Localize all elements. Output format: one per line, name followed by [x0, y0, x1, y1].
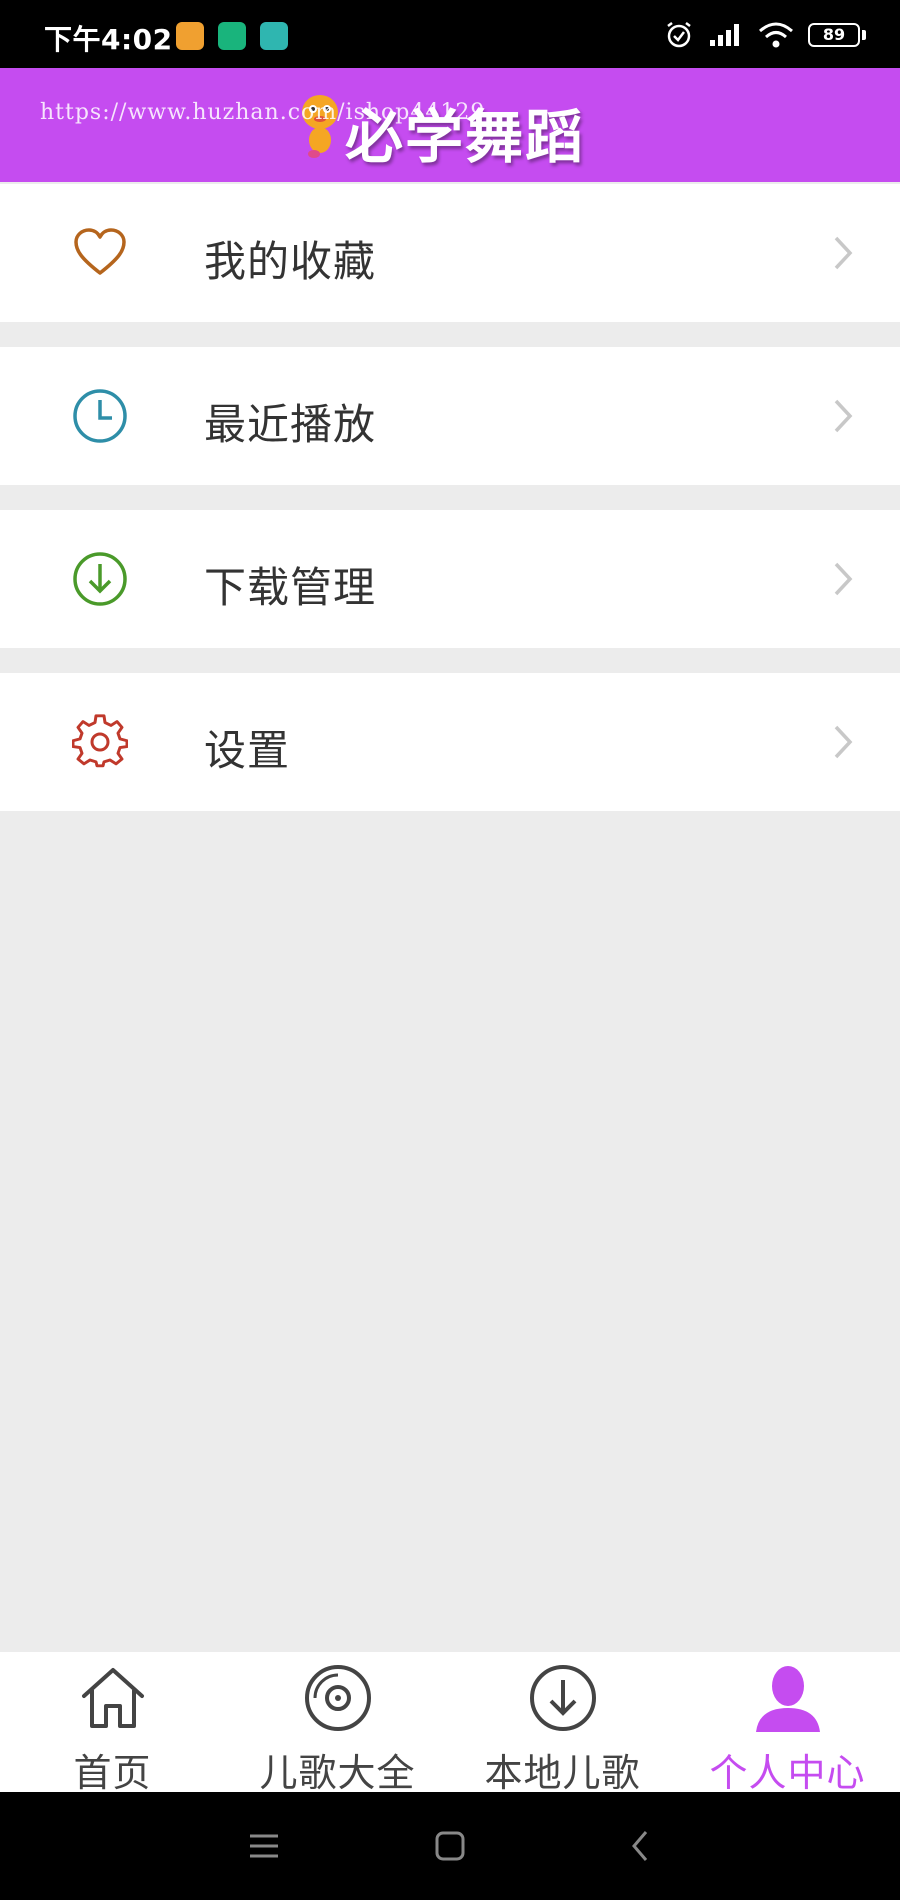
boss-app-icon — [260, 22, 288, 50]
chevron-right-icon — [834, 562, 853, 596]
status-indicators: 89 — [664, 20, 866, 50]
status-time: 下午4:02 — [44, 23, 173, 56]
tab-songs[interactable]: 儿歌大全 — [225, 1652, 450, 1795]
download-circle-icon — [530, 1665, 596, 1731]
watermark-text: https://www.huzhan.com/ishop44129 — [40, 100, 486, 125]
tab-local-songs[interactable]: 本地儿歌 — [450, 1652, 675, 1795]
tab-label: 个人中心 — [709, 1751, 866, 1795]
tab-home[interactable]: 首页 — [0, 1652, 225, 1795]
security-app-icon — [218, 22, 246, 50]
battery-level: 89 — [808, 23, 860, 47]
menu-item-favorites[interactable]: 我的收藏 — [0, 184, 900, 322]
tab-label: 本地儿歌 — [484, 1751, 641, 1795]
chevron-right-icon — [834, 236, 853, 270]
chevron-right-icon — [834, 725, 853, 759]
menu-label: 最近播放 — [204, 400, 377, 449]
clock-icon — [73, 389, 127, 443]
battery-indicator: 89 — [808, 23, 866, 47]
signal-icon — [710, 24, 739, 46]
wifi-icon — [759, 22, 793, 48]
chevron-right-icon — [834, 399, 853, 433]
home-square-icon[interactable] — [432, 1828, 468, 1864]
back-icon[interactable] — [622, 1828, 658, 1864]
menu-icon[interactable] — [246, 1828, 282, 1864]
system-nav-bar — [0, 1792, 900, 1900]
menu-item-downloads[interactable]: 下载管理 — [0, 510, 900, 648]
person-icon — [756, 1666, 820, 1732]
menu-label: 我的收藏 — [204, 237, 377, 286]
disc-icon — [305, 1665, 371, 1731]
menu-item-settings[interactable]: 设置 — [0, 673, 900, 811]
status-bar: 下午4:02 89 — [0, 0, 900, 68]
menu-label: 下载管理 — [204, 563, 377, 612]
tab-label: 首页 — [73, 1751, 152, 1795]
tab-label: 儿歌大全 — [259, 1751, 416, 1795]
menu-item-recent[interactable]: 最近播放 — [0, 347, 900, 485]
heart-icon — [74, 228, 126, 275]
download-circle-icon — [73, 552, 127, 606]
bottom-nav: 首页 儿歌大全 本地儿歌 个人中心 — [0, 1652, 900, 1795]
home-icon — [82, 1668, 144, 1728]
app-header: 必学舞蹈 https://www.huzhan.com/ishop44129 — [0, 68, 900, 182]
notes-app-icon — [176, 22, 204, 50]
gear-icon — [72, 714, 128, 768]
tab-profile[interactable]: 个人中心 — [675, 1652, 900, 1795]
alarm-icon — [667, 22, 691, 48]
menu-label: 设置 — [204, 726, 291, 775]
